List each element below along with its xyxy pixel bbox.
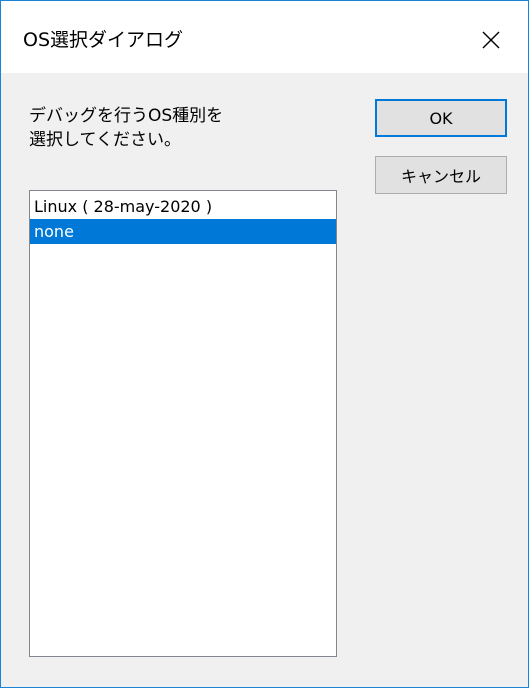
list-item-none[interactable]: none — [30, 219, 336, 244]
close-button[interactable] — [466, 17, 516, 63]
title-bar[interactable]: OS選択ダイアログ — [1, 1, 528, 73]
ok-button[interactable]: OK — [375, 99, 507, 137]
window-title: OS選択ダイアログ — [23, 29, 184, 51]
close-icon — [482, 31, 500, 49]
os-listbox[interactable]: Linux ( 28-may-2020 ) none — [29, 190, 337, 657]
instruction-line-1: デバッグを行うOS種別を — [29, 106, 224, 126]
list-item-linux[interactable]: Linux ( 28-may-2020 ) — [30, 194, 336, 219]
instruction-line-2: 選択してください。 — [29, 130, 181, 150]
os-select-dialog: OS選択ダイアログ デバッグを行うOS種別を 選択してください。 OK キャンセ… — [0, 0, 529, 688]
instruction-text: デバッグを行うOS種別を 選択してください。 — [29, 104, 223, 152]
cancel-button[interactable]: キャンセル — [375, 156, 507, 194]
